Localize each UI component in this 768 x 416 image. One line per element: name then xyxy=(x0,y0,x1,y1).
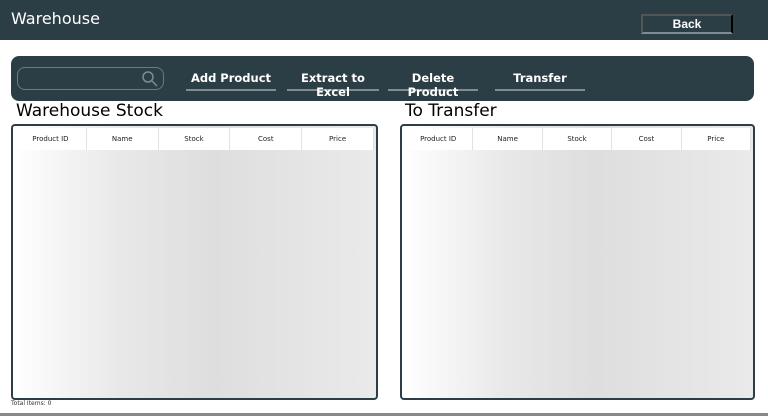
search-input[interactable] xyxy=(17,67,164,90)
total-items-label: Total Items: 0 xyxy=(11,400,52,407)
table-header: Product ID Name Stock Cost Price xyxy=(404,128,752,150)
column-header[interactable]: Stock xyxy=(159,128,231,150)
to-transfer-table[interactable]: Product ID Name Stock Cost Price xyxy=(400,124,755,400)
column-header[interactable]: Name xyxy=(87,128,159,150)
add-product-button[interactable]: Add Product xyxy=(186,71,276,91)
warehouse-stock-table[interactable]: Product ID Name Stock Cost Price xyxy=(11,124,378,400)
search-icon xyxy=(142,71,158,87)
title-bar: Warehouse Back xyxy=(0,0,768,40)
column-header[interactable]: Product ID xyxy=(404,128,474,150)
column-header[interactable]: Price xyxy=(302,128,374,150)
transfer-button[interactable]: Transfer xyxy=(495,71,585,91)
column-header[interactable]: Stock xyxy=(543,128,613,150)
column-header[interactable]: Price xyxy=(682,128,752,150)
warehouse-stock-title: Warehouse Stock xyxy=(16,101,163,121)
window-title: Warehouse xyxy=(11,9,100,28)
extract-to-excel-button[interactable]: Extract to Excel xyxy=(287,71,379,99)
toolbar: Add Product Extract to Excel Delete Prod… xyxy=(11,56,754,101)
delete-product-button[interactable]: Delete Product xyxy=(388,71,478,99)
back-button[interactable]: Back xyxy=(641,14,733,34)
table-header: Product ID Name Stock Cost Price xyxy=(15,128,374,150)
column-header[interactable]: Cost xyxy=(612,128,682,150)
to-transfer-title: To Transfer xyxy=(405,101,497,121)
column-header[interactable]: Name xyxy=(473,128,543,150)
column-header[interactable]: Product ID xyxy=(15,128,87,150)
column-header[interactable]: Cost xyxy=(230,128,303,150)
